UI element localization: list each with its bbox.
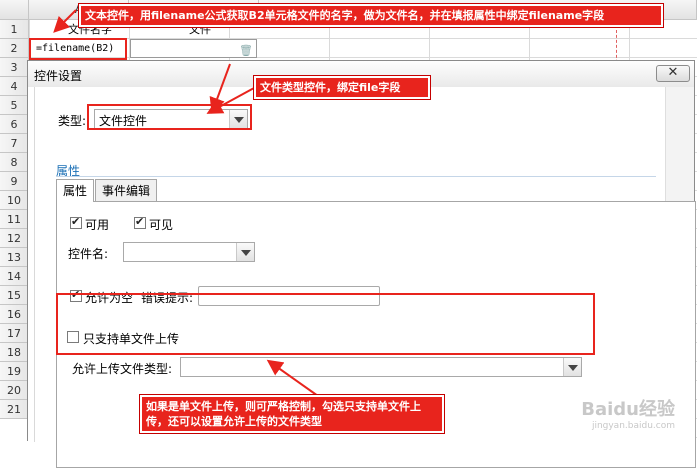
row-header[interactable]: 19 bbox=[0, 362, 29, 381]
row-header[interactable]: 2 bbox=[0, 39, 29, 58]
row-header[interactable]: 7 bbox=[0, 134, 29, 153]
enabled-checkbox[interactable] bbox=[70, 215, 82, 229]
row-header[interactable]: 5 bbox=[0, 96, 29, 115]
watermark-brand: Baidu经验 bbox=[581, 399, 675, 420]
row-header[interactable]: 15 bbox=[0, 286, 29, 305]
watermark-url: jingyan.baidu.com bbox=[591, 421, 675, 431]
widget-name-label: 控件名: bbox=[68, 247, 109, 261]
row-header[interactable]: 9 bbox=[0, 172, 29, 191]
baidu-watermark: Baidu经验 jingyan.baidu.com bbox=[581, 395, 675, 431]
row-header[interactable]: 4 bbox=[0, 77, 29, 96]
tab-properties[interactable]: 属性 bbox=[56, 179, 95, 202]
row-header[interactable]: 11 bbox=[0, 210, 29, 229]
close-button[interactable]: ✕ bbox=[656, 65, 690, 82]
row-header[interactable]: 1 bbox=[0, 20, 29, 39]
callout-single-upload: 如果是单文件上传，则可严格控制，勾选只支持单文件上传，还可以设置允许上传的文件类… bbox=[140, 395, 444, 433]
formula-highlight-box bbox=[29, 38, 127, 60]
dialog-title: 控件设置 bbox=[34, 69, 83, 83]
dialog-body: 类型: 文件控件 属性 属性 事件编辑 可用 可见 控件名: 允许为空 错误提示… bbox=[28, 87, 696, 468]
upload-options-highlight-box bbox=[56, 293, 595, 355]
row-header[interactable]: 21 bbox=[0, 400, 29, 419]
row-header[interactable]: 14 bbox=[0, 267, 29, 286]
allowed-types-select[interactable] bbox=[180, 357, 582, 377]
row-header[interactable]: 12 bbox=[0, 229, 29, 248]
callout-file-widget: 文件类型控件，绑定file字段 bbox=[254, 76, 430, 99]
row-header[interactable]: 17 bbox=[0, 324, 29, 343]
row-header[interactable]: 6 bbox=[0, 115, 29, 134]
row-header[interactable]: 8 bbox=[0, 153, 29, 172]
widget-name-select[interactable] bbox=[123, 242, 255, 262]
trash-icon[interactable]: 🗑 bbox=[239, 41, 253, 60]
corner-header[interactable] bbox=[0, 0, 29, 20]
visible-label: 可见 bbox=[149, 218, 174, 232]
close-icon: ✕ bbox=[667, 65, 679, 80]
cell-b2-file-widget[interactable]: 🗑 bbox=[130, 39, 257, 58]
tab-properties-label: 属性 bbox=[63, 184, 88, 198]
type-highlight-box bbox=[87, 104, 252, 130]
row-header[interactable]: 16 bbox=[0, 305, 29, 324]
callout-text-widget: 文本控件，用filename公式获取B2单元格文件的名字，做为文件名，并在填报属… bbox=[79, 4, 663, 27]
row-header[interactable]: 3 bbox=[0, 58, 29, 77]
row-header[interactable]: 20 bbox=[0, 381, 29, 400]
row-header[interactable]: 10 bbox=[0, 191, 29, 210]
chevron-down-icon[interactable] bbox=[236, 243, 254, 261]
allowed-types-label: 允许上传文件类型: bbox=[72, 362, 173, 376]
tab-event-editing[interactable]: 事件编辑 bbox=[95, 179, 158, 201]
tab-event-label: 事件编辑 bbox=[102, 184, 151, 198]
type-label: 类型: bbox=[58, 114, 87, 128]
row-header[interactable]: 18 bbox=[0, 343, 29, 362]
visible-checkbox[interactable] bbox=[134, 215, 146, 229]
row-header[interactable]: 13 bbox=[0, 248, 29, 267]
chevron-down-icon[interactable] bbox=[563, 358, 581, 376]
group-divider bbox=[56, 176, 656, 177]
enabled-label: 可用 bbox=[85, 218, 110, 232]
